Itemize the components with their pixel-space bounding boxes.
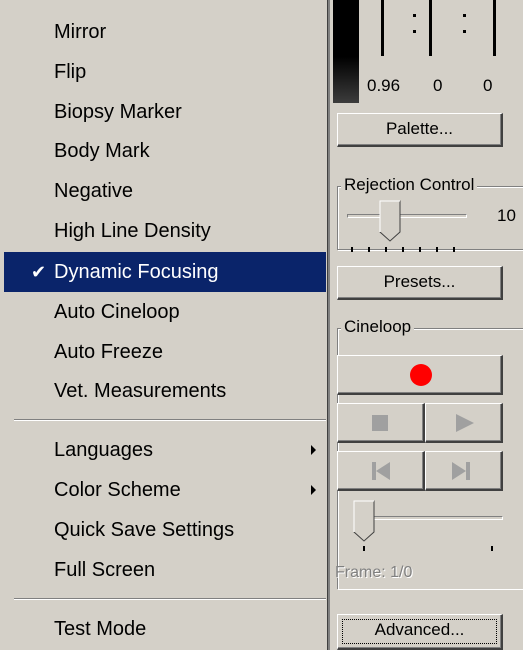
readout-value-2: 0: [433, 76, 443, 95]
menu-item-auto-freeze[interactable]: Auto Freeze: [4, 332, 326, 372]
skip-back-button[interactable]: [337, 451, 425, 491]
play-button[interactable]: [425, 403, 503, 443]
slider-tick: [351, 247, 353, 252]
menu-item-body-mark[interactable]: Body Mark: [4, 131, 326, 171]
scale-dot: [463, 30, 466, 33]
slider-tick: [402, 247, 404, 252]
frame-slider-track[interactable]: [361, 516, 503, 520]
record-icon: [410, 364, 432, 386]
menu-item-label: Body Mark: [54, 140, 150, 162]
menu-item-color-scheme[interactable]: Color Scheme: [4, 470, 326, 510]
menu-item-label: Vet. Measurements: [54, 380, 227, 402]
scale-line: [493, 0, 496, 56]
menu-item-quick-save-settings[interactable]: Quick Save Settings: [4, 510, 326, 550]
menu-item-label: Mirror: [54, 21, 107, 43]
stop-icon: [372, 415, 388, 431]
menu-item-label: Dynamic Focusing: [54, 261, 219, 283]
scale-line: [381, 0, 384, 56]
scale-dot: [413, 30, 416, 33]
menu-item-biopsy-marker[interactable]: Biopsy Marker: [4, 92, 326, 132]
menu-item-label: Flip: [54, 61, 87, 83]
rejection-value: 10: [497, 206, 516, 225]
menu-item-vet-measurements[interactable]: Vet. Measurements: [4, 371, 326, 411]
control-panel: 0.96 0 0 Palette... Rejection Control 10…: [333, 0, 523, 650]
menu-item-label: High Line Density: [54, 220, 211, 242]
frame-slider-thumb[interactable]: [353, 500, 375, 542]
menu-item-label: Auto Freeze: [54, 341, 163, 363]
grayscale-bar: [333, 0, 359, 103]
slider-tick: [368, 247, 370, 252]
slider-tick: [436, 247, 438, 252]
play-icon: [456, 414, 474, 432]
menu-separator: [14, 419, 326, 421]
submenu-arrow-icon: [311, 445, 316, 455]
menu-item-label: Full Screen: [54, 559, 156, 581]
scale-line: [429, 0, 432, 56]
context-menu: Mirror Flip Biopsy Marker Body Mark Nega…: [0, 0, 330, 650]
menu-separator: [14, 598, 326, 600]
menu-item-auto-cineloop[interactable]: Auto Cineloop: [4, 292, 326, 332]
menu-item-label: Biopsy Marker: [54, 101, 182, 123]
checkmark-icon: ✔: [31, 262, 47, 282]
slider-tick: [453, 247, 455, 252]
rejection-slider-track[interactable]: [347, 214, 467, 218]
readout-value-1: 0.96: [367, 76, 401, 95]
rejection-slider-thumb[interactable]: [379, 200, 401, 242]
cineloop-title: Cineloop: [341, 317, 415, 337]
palette-button[interactable]: Palette...: [337, 113, 503, 147]
advanced-button[interactable]: Advanced...: [337, 614, 503, 650]
menu-item-label: Languages: [54, 439, 153, 461]
skip-forward-button[interactable]: [425, 451, 503, 491]
skip-forward-icon: [452, 462, 466, 480]
menu-item-test-mode[interactable]: Test Mode: [4, 609, 326, 649]
record-button[interactable]: [337, 355, 503, 395]
menu-item-label: Negative: [54, 180, 133, 202]
menu-item-dynamic-focusing[interactable]: ✔ Dynamic Focusing: [4, 252, 326, 292]
slider-tick: [363, 546, 365, 551]
slider-tick: [491, 546, 493, 551]
scale-dot: [413, 14, 416, 17]
menu-item-label: Test Mode: [54, 618, 147, 640]
rejection-control-group: [337, 186, 523, 250]
skip-forward-bar-icon: [466, 462, 470, 480]
frame-counter: Frame: 1/0: [335, 564, 413, 581]
menu-item-label: Color Scheme: [54, 479, 181, 501]
menu-item-mirror[interactable]: Mirror: [4, 12, 326, 52]
presets-button[interactable]: Presets...: [337, 266, 503, 300]
scale-dot: [463, 14, 466, 17]
menu-item-high-line-density[interactable]: High Line Density: [4, 211, 326, 251]
menu-item-full-screen[interactable]: Full Screen: [4, 550, 326, 590]
menu-item-languages[interactable]: Languages: [4, 430, 326, 470]
menu-item-label: Quick Save Settings: [54, 519, 235, 541]
menu-item-label: Auto Cineloop: [54, 301, 180, 323]
menu-item-flip[interactable]: Flip: [4, 52, 326, 92]
slider-tick: [385, 247, 387, 252]
slider-tick: [419, 247, 421, 252]
submenu-arrow-icon: [311, 485, 316, 495]
menu-item-negative[interactable]: Negative: [4, 171, 326, 211]
stop-button[interactable]: [337, 403, 425, 443]
skip-back-icon: [376, 462, 390, 480]
rejection-control-title: Rejection Control: [341, 175, 478, 195]
readout-value-3: 0: [483, 76, 493, 95]
